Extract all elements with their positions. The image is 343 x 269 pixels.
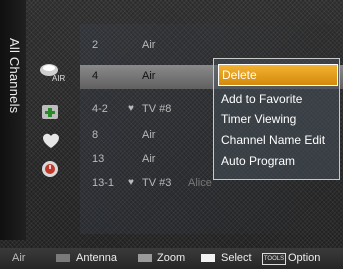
favorite-heart-icon: ♥ (128, 177, 134, 188)
menu-item-timer-viewing[interactable]: Timer Viewing (218, 109, 336, 129)
menu-item-channel-name-edit[interactable]: Channel Name Edit (218, 130, 336, 150)
sidebar: All Channels (0, 0, 26, 240)
add-channel-icon[interactable] (38, 102, 64, 124)
menu-item-add-to-favorite[interactable]: Add to Favorite (218, 89, 336, 109)
select-key-icon[interactable] (201, 254, 215, 262)
sidebar-title: All Channels (7, 38, 22, 114)
favorite-heart-icon[interactable] (38, 130, 64, 152)
air-label: AIR (52, 74, 66, 83)
channel-type: Air (142, 70, 156, 82)
footer-bar: Air Antenna Zoom Select TOOLS Option (0, 248, 343, 269)
footer-antenna[interactable]: Antenna (76, 252, 117, 264)
zoom-key-icon[interactable] (138, 254, 152, 262)
channel-type: Air (142, 129, 156, 141)
air-antenna-icon[interactable]: AIR (38, 58, 66, 83)
channel-number: 8 (92, 129, 99, 141)
favorite-heart-icon: ♥ (128, 103, 134, 114)
channel-type: TV #8 (142, 103, 172, 115)
tools-option-menu: Delete Add to Favorite Timer Viewing Cha… (213, 58, 340, 180)
tools-key-icon[interactable]: TOOLS (262, 253, 286, 265)
menu-item-label: Channel Name Edit (221, 133, 326, 147)
channel-row[interactable]: 2 Air (80, 34, 343, 58)
menu-item-label: Delete (222, 68, 257, 82)
antenna-key-icon[interactable] (56, 254, 70, 262)
footer-air: Air (12, 252, 26, 264)
footer-option[interactable]: Option (288, 252, 320, 264)
channel-number: 4-2 (92, 103, 108, 115)
channel-type: Air (142, 153, 156, 165)
channel-number: 13-1 (92, 177, 115, 189)
channel-number: 4 (92, 70, 99, 82)
menu-item-label: Timer Viewing (221, 112, 297, 126)
footer-select[interactable]: Select (221, 252, 252, 264)
channel-type: TV #3 (142, 177, 172, 189)
footer-zoom[interactable]: Zoom (157, 252, 185, 264)
menu-item-label: Add to Favorite (221, 92, 303, 106)
channel-number: 13 (92, 153, 105, 165)
channel-type: Air (142, 39, 156, 51)
menu-item-label: Auto Program (221, 154, 296, 168)
channel-number: 2 (92, 39, 99, 51)
channel-name: Alice (188, 177, 212, 189)
menu-item-delete[interactable]: Delete (218, 64, 338, 86)
clock-timer-icon[interactable] (38, 158, 64, 180)
menu-item-auto-program[interactable]: Auto Program (218, 151, 336, 171)
